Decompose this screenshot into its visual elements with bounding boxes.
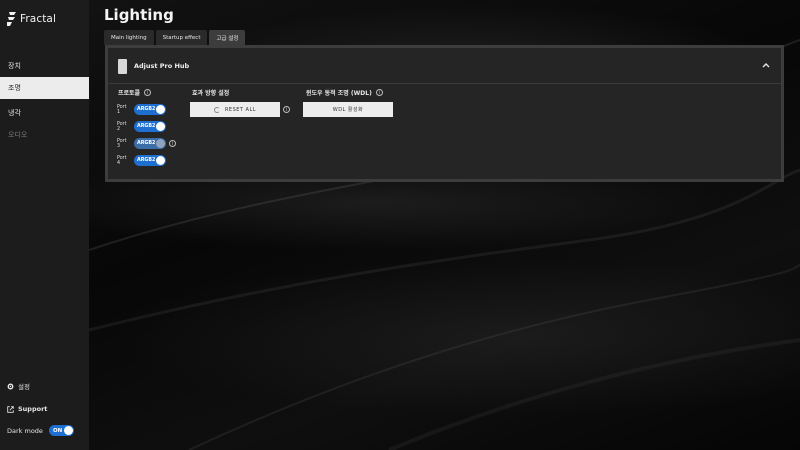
info-icon[interactable]: i — [144, 89, 152, 96]
toggle-knob — [156, 122, 165, 131]
panel-header[interactable]: Adjust Pro Hub — [108, 48, 781, 84]
wdl-title-row: 윈도우 동적 조명 (WDL) i — [306, 88, 383, 97]
info-icon[interactable]: i — [375, 89, 383, 96]
port-3-toggle[interactable]: ARGB2 — [134, 138, 166, 149]
toggle-knob — [63, 426, 73, 435]
port-value: ARGB2 — [137, 141, 156, 146]
port-label: Port 1 — [117, 104, 127, 115]
info-icon[interactable]: i — [283, 106, 290, 113]
dark-mode-label: Dark mode — [7, 426, 43, 435]
sidebar: Fractal 장치 조명 냉각 오디오 설정 Support Dark mod… — [0, 0, 89, 450]
port-value: ARGB2 — [137, 124, 156, 129]
port-row-3: Port 3 ARGB2 i — [117, 138, 176, 149]
external-link-icon — [7, 405, 14, 413]
dark-mode-row: Dark mode ON — [7, 425, 74, 436]
fractal-logo-icon — [7, 12, 16, 26]
port-row-1: Port 1 ARGB2 — [117, 104, 166, 115]
page-title: Lighting — [104, 6, 174, 24]
reset-all-label: RESET ALL — [224, 106, 257, 113]
port-label: Port 2 — [117, 121, 127, 132]
tab-bar: Main lighting Startup effect 고급 설정 — [104, 30, 246, 45]
sidebar-item-label: 오디오 — [8, 131, 28, 139]
protocol-title: 프로토콜 — [118, 90, 141, 97]
protocol-title-row: 프로토콜 i — [118, 88, 152, 97]
tab-startup-effect[interactable]: Startup effect — [155, 30, 208, 45]
sidebar-item-devices[interactable]: 장치 — [0, 55, 89, 77]
reset-all-button[interactable]: RESET ALL — [190, 102, 280, 117]
port-1-toggle[interactable]: ARGB2 — [134, 104, 166, 115]
port-2-toggle[interactable]: ARGB2 — [134, 121, 166, 132]
settings-label: 설정 — [18, 383, 30, 391]
sidebar-item-lighting[interactable]: 조명 — [0, 77, 89, 99]
toggle-knob — [156, 139, 165, 148]
info-icon[interactable]: i — [169, 140, 176, 147]
wdl-activate-label: WDL 활성화 — [332, 107, 364, 113]
toggle-knob — [156, 156, 165, 165]
port-value: ARGB2 — [137, 158, 156, 163]
sidebar-item-label: 조명 — [8, 84, 21, 92]
settings-link[interactable]: 설정 — [7, 381, 30, 391]
wdl-title: 윈도우 동적 조명 (WDL) — [306, 90, 372, 97]
dark-mode-toggle[interactable]: ON — [48, 425, 74, 436]
toggle-knob — [156, 105, 165, 114]
port-label: Port 3 — [117, 138, 127, 149]
sidebar-item-label: 냉각 — [8, 109, 21, 117]
port-value: ARGB2 — [137, 107, 156, 112]
support-label: Support — [18, 405, 48, 413]
chevron-up-icon[interactable] — [761, 60, 771, 70]
gear-icon — [7, 383, 14, 389]
port-label: Port 4 — [117, 155, 127, 166]
sidebar-item-audio[interactable]: 오디오 — [0, 124, 89, 146]
main-area: Lighting Main lighting Startup effect 고급… — [89, 0, 800, 450]
port-row-4: Port 4 ARGB2 — [117, 155, 166, 166]
reset-icon — [213, 106, 220, 113]
port-row-2: Port 2 ARGB2 — [117, 121, 166, 132]
sidebar-item-cooling[interactable]: 냉각 — [0, 102, 89, 124]
effect-direction-title: 효과 방향 설정 — [192, 90, 230, 97]
port-4-toggle[interactable]: ARGB2 — [134, 155, 166, 166]
wdl-activate-button[interactable]: WDL 활성화 — [303, 102, 393, 117]
brand-logo: Fractal — [7, 12, 56, 26]
support-link[interactable]: Support — [7, 405, 47, 413]
dark-mode-value: ON — [52, 427, 63, 434]
device-panel: Adjust Pro Hub 프로토콜 i Port 1 ARGB2 Port … — [105, 45, 784, 182]
brand-name: Fractal — [20, 13, 56, 25]
sidebar-item-label: 장치 — [8, 62, 21, 70]
tab-advanced-settings[interactable]: 고급 설정 — [209, 30, 246, 45]
device-name: Adjust Pro Hub — [134, 62, 190, 70]
tab-main-lighting[interactable]: Main lighting — [104, 30, 154, 45]
device-icon — [118, 59, 127, 74]
effect-direction-title-row: 효과 방향 설정 — [192, 88, 229, 97]
